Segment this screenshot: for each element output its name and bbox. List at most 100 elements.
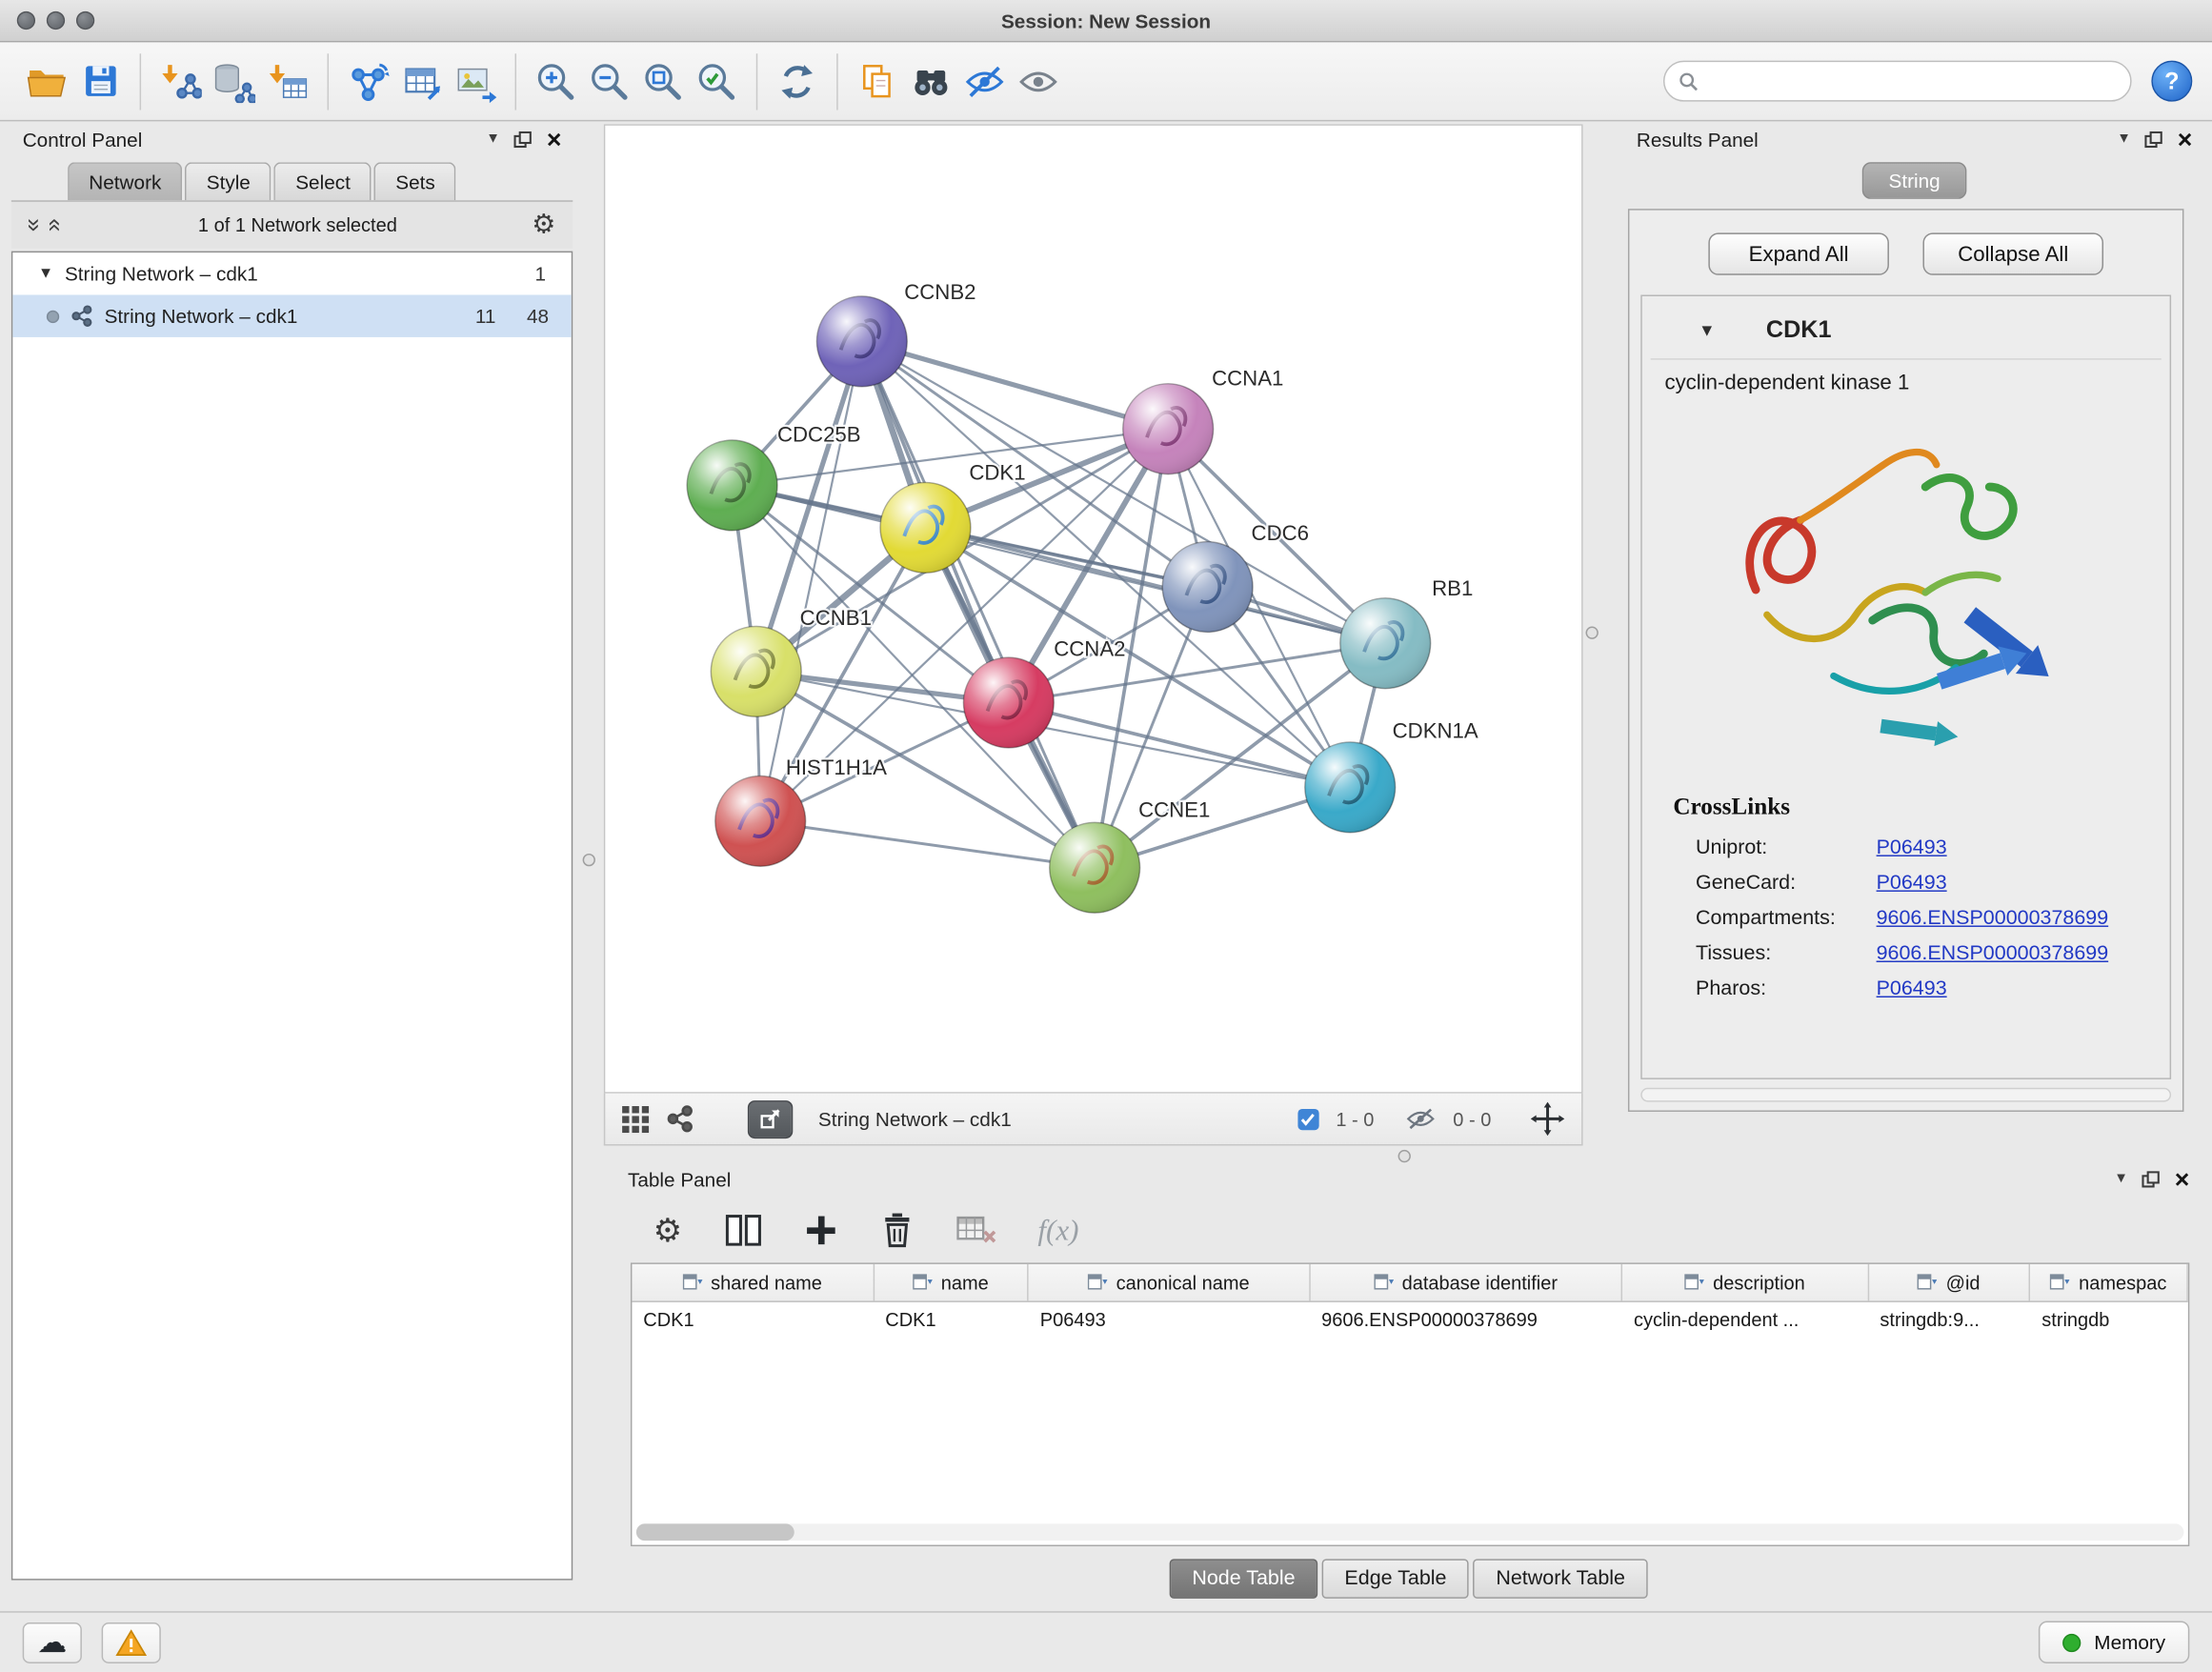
export-image-icon[interactable] (449, 51, 502, 111)
column-header-namespac[interactable]: namespac (2030, 1264, 2187, 1301)
crosslink-genecard-link[interactable]: P06493 (1877, 871, 1947, 894)
zoom-in-icon[interactable] (529, 51, 582, 111)
node-RB1[interactable] (1340, 598, 1431, 689)
close-icon[interactable]: × (547, 127, 562, 152)
node-CDC25B[interactable] (687, 440, 777, 531)
node-CCNA2[interactable] (963, 657, 1054, 748)
search-input[interactable] (1707, 71, 2116, 91)
search-binoculars-icon[interactable] (904, 51, 957, 111)
minimize-window-button[interactable] (47, 11, 65, 30)
column-header-name[interactable]: name (874, 1264, 1028, 1301)
table-cell[interactable]: CDK1 (874, 1302, 1028, 1340)
section-collapse-icon[interactable]: ▼ (1699, 320, 1716, 340)
split-columns-icon[interactable] (725, 1214, 762, 1248)
warnings-button[interactable] (102, 1622, 161, 1662)
new-table-icon[interactable] (395, 51, 449, 111)
edge-HIST1H1A-CCNE1[interactable] (760, 821, 1095, 868)
float-window-icon[interactable] (2142, 1171, 2161, 1188)
tab-string[interactable]: String (1861, 162, 1966, 199)
close-icon[interactable]: × (2178, 127, 2193, 152)
node-HIST1H1A[interactable] (715, 776, 806, 866)
clear-table-icon[interactable] (955, 1215, 995, 1246)
close-window-button[interactable] (17, 11, 35, 30)
expand-all-icon[interactable]: « (45, 218, 69, 232)
network-row-selected[interactable]: String Network – cdk1 11 48 (12, 295, 571, 337)
table-cell[interactable]: P06493 (1029, 1302, 1310, 1340)
tab-network-table[interactable]: Network Table (1474, 1559, 1648, 1598)
horizontal-scrollbar[interactable] (636, 1523, 2184, 1541)
table-settings-gear-icon[interactable]: ⚙ (654, 1214, 683, 1246)
refresh-view-icon[interactable] (771, 51, 824, 111)
selected-checkbox-icon[interactable] (1297, 1108, 1318, 1129)
splitter-handle[interactable] (583, 854, 595, 866)
import-network-from-file-icon[interactable] (153, 51, 207, 111)
node-CCNB1[interactable] (711, 627, 801, 717)
import-network-from-database-icon[interactable] (208, 51, 261, 111)
column-header-sharedname[interactable]: shared name (632, 1264, 874, 1301)
delete-column-icon[interactable] (880, 1212, 915, 1249)
copy-document-icon[interactable] (851, 51, 904, 111)
node-CCNB2[interactable] (816, 296, 907, 387)
column-header-id[interactable]: @id (1869, 1264, 2031, 1301)
table-row[interactable]: CDK1CDK1P064939606.ENSP00000378699cyclin… (632, 1302, 2187, 1340)
table-cell[interactable]: stringdb:9... (1869, 1302, 2031, 1340)
tab-select[interactable]: Select (274, 162, 372, 200)
panel-menu-icon[interactable]: ▼ (486, 132, 500, 147)
tab-network[interactable]: Network (68, 162, 182, 200)
table-cell[interactable]: cyclin-dependent ... (1622, 1302, 1868, 1340)
memory-button[interactable]: Memory (2040, 1622, 2190, 1663)
node-CCNE1[interactable] (1050, 822, 1140, 913)
save-session-icon[interactable] (73, 51, 127, 111)
results-scrollbar[interactable] (1640, 1088, 2171, 1102)
table-cell[interactable]: 9606.ENSP00000378699 (1310, 1302, 1622, 1340)
network-collection-row[interactable]: ▼ String Network – cdk1 1 (12, 252, 571, 294)
expand-all-button[interactable]: Expand All (1708, 232, 1889, 274)
node-CDK1[interactable] (880, 482, 971, 573)
panel-menu-icon[interactable]: ▼ (2117, 132, 2131, 147)
edge-CCNB2-HIST1H1A[interactable] (760, 341, 862, 821)
birdseye-view-icon[interactable] (666, 1105, 694, 1134)
cloud-button[interactable]: ☁ (23, 1622, 82, 1662)
apply-function-icon[interactable]: f(x) (1037, 1213, 1078, 1248)
add-column-icon[interactable] (804, 1214, 838, 1248)
tab-edge-table[interactable]: Edge Table (1322, 1559, 1469, 1598)
zoom-out-icon[interactable] (583, 51, 636, 111)
help-icon[interactable]: ? (2151, 61, 2192, 102)
close-icon[interactable]: × (2175, 1167, 2190, 1193)
collapse-all-button[interactable]: Collapse All (1922, 232, 2103, 274)
scrollbar-thumb[interactable] (636, 1523, 794, 1541)
column-header-databaseidentifier[interactable]: database identifier (1310, 1264, 1622, 1301)
zoom-selected-icon[interactable] (690, 51, 743, 111)
tab-node-table[interactable]: Node Table (1170, 1559, 1318, 1598)
table-cell[interactable]: stringdb (2030, 1302, 2187, 1340)
splitter-handle[interactable] (1586, 627, 1599, 639)
maximize-window-button[interactable] (76, 11, 94, 30)
crosslink-tissues-link[interactable]: 9606.ENSP00000378699 (1877, 942, 2109, 965)
node-CDC6[interactable] (1162, 542, 1253, 633)
hide-selected-icon[interactable] (958, 51, 1012, 111)
clone-network-icon[interactable] (341, 51, 394, 111)
gear-icon[interactable]: ⚙ (532, 212, 555, 238)
tree-expand-icon[interactable]: ▼ (38, 265, 53, 282)
tab-sets[interactable]: Sets (374, 162, 456, 200)
crosslink-uniprot-link[interactable]: P06493 (1877, 836, 1947, 858)
pan-crosshair-icon[interactable] (1531, 1102, 1565, 1137)
edge-CCNB2-CCNA1[interactable] (862, 341, 1168, 429)
crosslink-pharos-link[interactable]: P06493 (1877, 977, 1947, 1000)
node-CDKN1A[interactable] (1305, 742, 1396, 833)
edge-CCNB2-CCNE1[interactable] (862, 341, 1095, 867)
import-table-from-file-icon[interactable] (261, 51, 314, 111)
network-canvas[interactable]: CCNB2CCNA1CDC25BCDK1CDC6RB1CCNB1CCNA2CDK… (604, 124, 1583, 1093)
open-session-icon[interactable] (20, 51, 73, 111)
table-cell[interactable]: CDK1 (632, 1302, 874, 1340)
show-all-icon[interactable] (1012, 51, 1065, 111)
zoom-fit-content-icon[interactable] (636, 51, 690, 111)
panel-menu-icon[interactable]: ▼ (2114, 1173, 2128, 1187)
splitter-handle[interactable] (1398, 1150, 1411, 1162)
column-header-description[interactable]: description (1622, 1264, 1868, 1301)
edge-CDK1-RB1[interactable] (925, 528, 1385, 643)
open-in-new-window-button[interactable] (748, 1099, 793, 1138)
search-box[interactable] (1663, 61, 2132, 102)
float-window-icon[interactable] (2145, 131, 2163, 149)
node-CCNA1[interactable] (1123, 384, 1214, 474)
